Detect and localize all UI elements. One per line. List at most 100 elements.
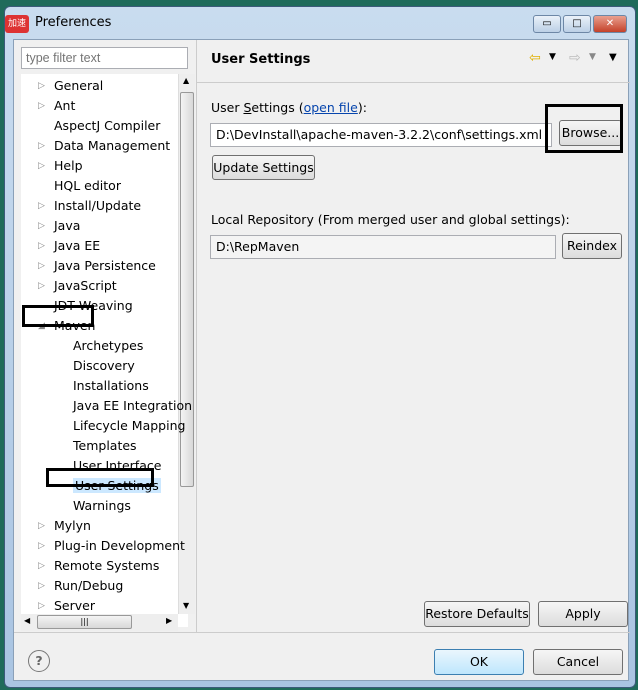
tree-item-label: Java — [54, 218, 81, 233]
preference-tree: ▲ ▼ ◀ ||| ▶ ▷ General ▷ Ant AspectJ Compiler… — [21, 74, 195, 631]
tree-item-label: Java EE Integration — [73, 398, 193, 413]
tree-item-label: Help — [54, 158, 83, 173]
tree-item-label: Ant — [54, 98, 76, 113]
tree-item-label: Plug-in Development — [54, 538, 185, 553]
tree-item[interactable]: ▷ Java — [38, 216, 81, 236]
tree-item[interactable]: ▷ Java EE — [38, 236, 101, 256]
tree-item[interactable]: Java EE Integration — [73, 396, 192, 416]
expand-icon[interactable]: ▷ — [38, 156, 45, 176]
preferences-window: 加速 Preferences ▭ □ ✕ ▲ ▼ ◀ ||| ▶ ▷ Genera… — [4, 6, 636, 688]
user-settings-label: User Settings (open file): — [211, 100, 367, 115]
annotation-box-browse — [545, 104, 623, 153]
tree-item[interactable]: Lifecycle Mapping — [73, 416, 185, 436]
tree-item-label: Warnings — [73, 498, 131, 513]
tree-item-label: AspectJ Compiler — [54, 118, 161, 133]
scroll-up-icon[interactable]: ▲ — [183, 76, 189, 85]
expand-icon[interactable]: ▷ — [38, 596, 45, 616]
tree-item-label: Templates — [73, 438, 137, 453]
scroll-down-icon[interactable]: ▼ — [183, 601, 189, 610]
restore-defaults-button[interactable]: Restore Defaults — [424, 601, 530, 627]
expand-icon[interactable]: ▷ — [38, 536, 45, 556]
expand-icon[interactable]: ▷ — [38, 136, 45, 156]
tree-item[interactable]: ▷ Server — [38, 596, 95, 616]
tree-item[interactable]: ▷ Ant — [38, 96, 76, 116]
filter-input[interactable] — [21, 47, 188, 69]
window-title: Preferences — [35, 15, 112, 30]
tree-item[interactable]: ▷ Java Persistence — [38, 256, 156, 276]
tree-item-label: General — [54, 78, 104, 93]
expand-icon[interactable]: ▷ — [38, 516, 45, 536]
tree-item[interactable]: ▷ Data Management — [38, 136, 171, 156]
open-file-link[interactable]: open file — [304, 100, 358, 115]
expand-icon[interactable]: ▷ — [38, 556, 45, 576]
tree-vertical-scrollbar[interactable]: ▲ ▼ — [178, 74, 195, 614]
panel-divider — [196, 40, 197, 632]
expand-icon[interactable]: ▷ — [38, 96, 45, 116]
expand-icon[interactable]: ▷ — [38, 256, 45, 276]
help-icon[interactable]: ? — [28, 650, 50, 672]
close-button[interactable]: ✕ — [593, 15, 627, 33]
view-menu-icon[interactable]: ▼ — [609, 52, 617, 63]
tree-item[interactable]: HQL editor — [54, 176, 121, 196]
expand-icon[interactable]: ▷ — [38, 236, 45, 256]
tree-item-label: Java EE — [54, 238, 101, 253]
footer-separator — [14, 632, 630, 633]
tree-item-label: Data Management — [54, 138, 171, 153]
annotation-box-user-settings — [46, 468, 154, 487]
tree-item-label: Archetypes — [73, 338, 144, 353]
back-arrow-icon[interactable]: ⇦ — [529, 50, 541, 66]
scroll-left-icon[interactable]: ◀ — [24, 616, 30, 625]
tree-item[interactable]: Warnings — [73, 496, 131, 516]
tree-item[interactable]: ▷ JavaScript — [38, 276, 117, 296]
tree-item[interactable]: ▷ Help — [38, 156, 83, 176]
user-settings-path-input[interactable]: D:\DevInstall\apache-maven-3.2.2\conf\se… — [210, 123, 552, 147]
expand-icon[interactable]: ▷ — [38, 196, 45, 216]
tree-item[interactable]: ▷ Run/Debug — [38, 576, 124, 596]
maximize-button[interactable]: □ — [563, 15, 591, 33]
tree-item-label: Lifecycle Mapping — [73, 418, 186, 433]
expand-icon[interactable]: ▷ — [38, 276, 45, 296]
annotation-box-maven — [22, 305, 94, 327]
tree-item[interactable]: Templates — [73, 436, 137, 456]
tree-item-label: Install/Update — [54, 198, 142, 213]
local-repository-label: Local Repository (From merged user and g… — [211, 212, 570, 227]
expand-icon[interactable]: ▷ — [38, 576, 45, 596]
tree-item[interactable]: ▷ Plug-in Development — [38, 536, 185, 556]
tree-item[interactable]: Installations — [73, 376, 149, 396]
app-icon: 加速 — [5, 15, 29, 33]
back-menu-icon[interactable]: ▼ — [549, 52, 556, 62]
tree-item-label: Mylyn — [54, 518, 91, 533]
tree-item-label: Java Persistence — [54, 258, 156, 273]
forward-menu-icon[interactable]: ▼ — [589, 52, 596, 62]
tree-horizontal-scrollbar[interactable]: ◀ ||| ▶ — [21, 614, 178, 631]
tree-item-label: Remote Systems — [54, 558, 160, 573]
tree-item[interactable]: ▷ General — [38, 76, 104, 96]
page-title: User Settings — [211, 52, 311, 67]
tree-item-label: HQL editor — [54, 178, 121, 193]
minimize-button[interactable]: ▭ — [533, 15, 561, 33]
scroll-right-icon[interactable]: ▶ — [166, 616, 172, 625]
apply-button[interactable]: Apply — [538, 601, 628, 627]
tree-item[interactable]: ▷ Install/Update — [38, 196, 142, 216]
tree-item[interactable]: ▷ Mylyn — [38, 516, 91, 536]
dialog-body: ▲ ▼ ◀ ||| ▶ ▷ General ▷ Ant AspectJ Compiler… — [13, 39, 630, 681]
hscroll-thumb[interactable]: ||| — [37, 615, 132, 629]
forward-arrow-icon[interactable]: ⇨ — [569, 50, 581, 66]
tree-item-label: Run/Debug — [54, 578, 124, 593]
tree-item[interactable]: ▷ Remote Systems — [38, 556, 160, 576]
expand-icon[interactable]: ▷ — [38, 216, 45, 236]
tree-item[interactable]: Discovery — [73, 356, 135, 376]
update-settings-button[interactable]: Update Settings — [212, 155, 315, 180]
header-separator — [197, 82, 630, 83]
ok-button[interactable]: OK — [434, 649, 524, 675]
tree-item-label: Discovery — [73, 358, 135, 373]
tree-item-label: Server — [54, 598, 95, 613]
expand-icon[interactable]: ▷ — [38, 76, 45, 96]
local-repository-path: D:\RepMaven — [210, 235, 556, 259]
tree-item[interactable]: AspectJ Compiler — [54, 116, 160, 136]
cancel-button[interactable]: Cancel — [533, 649, 623, 675]
tree-item-label: Installations — [73, 378, 149, 393]
reindex-button[interactable]: Reindex — [562, 233, 622, 259]
tree-item[interactable]: Archetypes — [73, 336, 143, 356]
tree-item-label: JavaScript — [54, 278, 117, 293]
